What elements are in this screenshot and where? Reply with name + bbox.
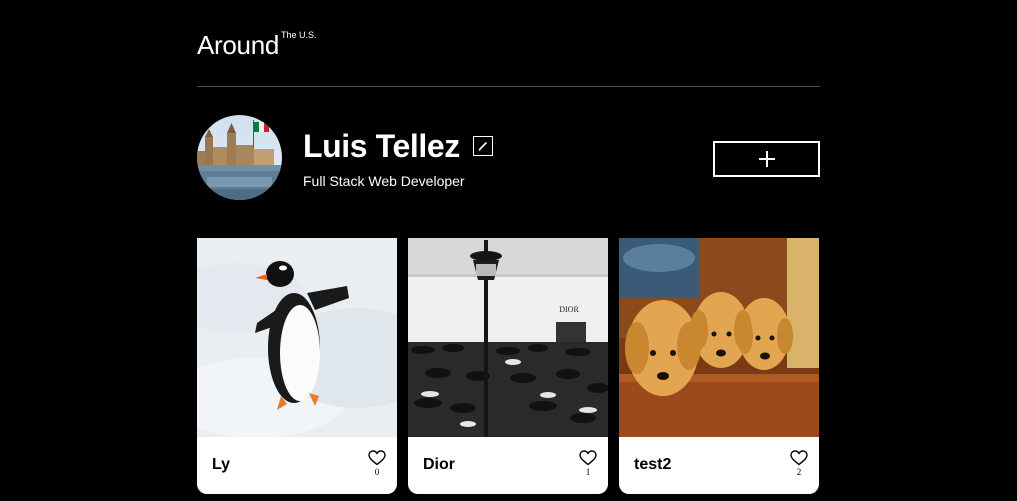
header-divider <box>197 86 820 87</box>
card: Ly 0 <box>197 238 397 494</box>
profile-about: Full Stack Web Developer <box>303 173 465 189</box>
card-title: Dior <box>423 456 455 473</box>
profile-name: Luis Tellez <box>303 128 460 164</box>
page: Around The U.S. Luis Tellez Full Stack W… <box>197 0 820 501</box>
heart-icon[interactable] <box>790 450 808 466</box>
card-image-puppies[interactable] <box>619 238 819 437</box>
like-group: 0 <box>367 450 387 478</box>
heart-icon[interactable] <box>368 450 386 466</box>
edit-profile-button[interactable] <box>472 136 493 156</box>
like-count: 1 <box>585 467 591 477</box>
card-title: test2 <box>634 456 672 473</box>
like-group: 1 <box>578 450 598 478</box>
card-footer: Ly 0 <box>197 437 397 494</box>
plus-icon <box>758 151 775 167</box>
heart-icon[interactable] <box>579 450 597 466</box>
card-footer: test2 2 <box>619 437 819 494</box>
card-title: Ly <box>212 456 231 473</box>
cards-grid: Ly 0 DIOR Dior 1 test2 2 <box>197 238 820 494</box>
like-count: 0 <box>374 467 380 477</box>
card-footer: Dior 1 <box>408 437 608 494</box>
logo-superscript: The U.S. <box>281 30 317 40</box>
card: test2 2 <box>619 238 819 494</box>
svg-text:DIOR: DIOR <box>559 305 579 314</box>
like-count: 2 <box>796 467 802 477</box>
profile-name-row: Luis Tellez <box>303 127 493 165</box>
like-group: 2 <box>789 450 809 478</box>
avatar[interactable] <box>197 115 282 200</box>
card-image-dior[interactable]: DIOR <box>408 238 608 437</box>
card: DIOR Dior 1 <box>408 238 608 494</box>
pencil-icon <box>478 141 487 151</box>
add-card-button[interactable] <box>713 141 820 177</box>
header: Around The U.S. <box>197 28 317 64</box>
logo: Around <box>197 30 280 60</box>
card-image-penguin[interactable] <box>197 238 397 437</box>
